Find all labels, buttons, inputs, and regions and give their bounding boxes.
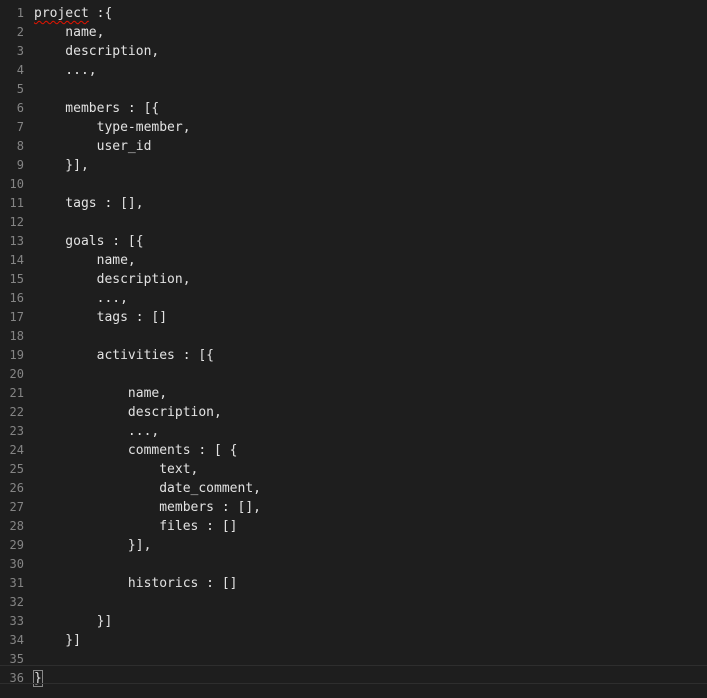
code-text[interactable]: name, [34,251,136,270]
code-text[interactable]: }], [34,536,152,555]
code-line[interactable]: 14 name, [0,251,707,270]
code-line[interactable]: 31 historics : [] [0,574,707,593]
line-number: 1 [16,6,24,20]
code-line[interactable]: 8 user_id [0,137,707,156]
line-number: 21 [9,386,24,400]
code-line[interactable]: 4 ..., [0,61,707,80]
code-text[interactable]: name, [34,23,104,42]
code-text-rest: :{ [88,6,113,21]
line-number: 29 [9,538,24,552]
code-editor[interactable]: 1 project :{2 name, 3 description, 4 ..., 5 6… [0,4,707,698]
code-line[interactable]: 9 }], [0,156,707,175]
line-number: 34 [9,633,24,647]
code-line[interactable]: 3 description, [0,42,707,61]
code-text[interactable]: goals : [{ [34,232,143,251]
code-text[interactable]: comments : [ { [34,441,238,460]
line-number: 3 [16,44,24,58]
code-text[interactable]: date_comment, [34,479,261,498]
line-number: 10 [9,177,24,191]
line-number: 26 [9,481,24,495]
line-number: 24 [9,443,24,457]
line-number: 32 [9,595,24,609]
code-text[interactable]: project :{ [34,4,112,23]
code-line[interactable]: 24 comments : [ { [0,441,707,460]
line-number: 20 [9,367,24,381]
code-text[interactable]: description, [34,403,222,422]
code-line[interactable]: 16 ..., [0,289,707,308]
code-text[interactable]: members : [], [34,498,261,517]
code-line[interactable]: 1 project :{ [0,4,707,23]
code-line[interactable]: 17 tags : [] [0,308,707,327]
code-line[interactable]: 21 name, [0,384,707,403]
code-line[interactable]: 25 text, [0,460,707,479]
code-line[interactable]: 5 [0,80,707,99]
code-line[interactable]: 13 goals : [{ [0,232,707,251]
code-text[interactable]: members : [{ [34,99,159,118]
code-text[interactable]: }], [34,156,89,175]
line-number: 22 [9,405,24,419]
code-text[interactable]: files : [] [34,517,237,536]
line-number: 12 [9,215,24,229]
code-line[interactable]: 23 ..., [0,422,707,441]
code-line[interactable]: 2 name, [0,23,707,42]
code-text[interactable]: user_id [34,137,152,156]
line-number: 17 [9,310,24,324]
code-line[interactable]: 29 }], [0,536,707,555]
line-number: 19 [9,348,24,362]
code-text[interactable]: ..., [34,422,159,441]
code-text[interactable]: tags : [] [34,308,167,327]
code-line[interactable]: 15 description, [0,270,707,289]
line-number: 13 [9,234,24,248]
code-text[interactable]: ..., [34,289,128,308]
code-text[interactable]: description, [34,270,191,289]
code-line[interactable]: 27 members : [], [0,498,707,517]
code-line[interactable]: 6 members : [{ [0,99,707,118]
code-line[interactable]: 11 tags : [], [0,194,707,213]
code-text[interactable]: text, [34,460,198,479]
code-line[interactable]: 22 description, [0,403,707,422]
current-line-highlight [0,665,707,684]
code-line[interactable]: 20 [0,365,707,384]
line-number: 2 [16,25,24,39]
line-number: 30 [9,557,24,571]
code-text[interactable]: tags : [], [34,194,143,213]
line-number: 31 [9,576,24,590]
code-line[interactable]: 7 type-member, [0,118,707,137]
code-line[interactable]: 10 [0,175,707,194]
code-line[interactable]: 26 date_comment, [0,479,707,498]
line-number: 25 [9,462,24,476]
line-number: 23 [9,424,24,438]
line-number: 33 [9,614,24,628]
code-text[interactable]: type-member, [34,118,191,137]
code-text[interactable]: ..., [34,61,96,80]
code-text[interactable]: }] [34,631,81,650]
line-number: 18 [9,329,24,343]
code-line[interactable]: 30 [0,555,707,574]
line-number: 6 [16,101,24,115]
line-number: 14 [9,253,24,267]
line-number: 11 [9,196,24,210]
code-text[interactable]: historics : [] [34,574,238,593]
code-line[interactable]: 28 files : [] [0,517,707,536]
code-text[interactable]: activities : [{ [34,346,214,365]
line-number: 5 [16,82,24,96]
code-line[interactable]: 12 [0,213,707,232]
code-text[interactable]: description, [34,42,159,61]
line-number: 28 [9,519,24,533]
line-number: 4 [16,63,24,77]
code-line[interactable]: 32 [0,593,707,612]
error-token[interactable]: project [34,6,89,21]
line-number: 27 [9,500,24,514]
code-line[interactable]: 19 activities : [{ [0,346,707,365]
line-number: 9 [16,158,24,172]
code-line[interactable]: 33 }] [0,612,707,631]
code-text[interactable]: }] [34,612,113,631]
line-number: 8 [16,139,24,153]
line-number: 7 [16,120,24,134]
code-line[interactable]: 18 [0,327,707,346]
line-number: 16 [9,291,24,305]
code-line[interactable]: 34 }] [0,631,707,650]
code-text[interactable]: name, [34,384,167,403]
line-number: 15 [9,272,24,286]
